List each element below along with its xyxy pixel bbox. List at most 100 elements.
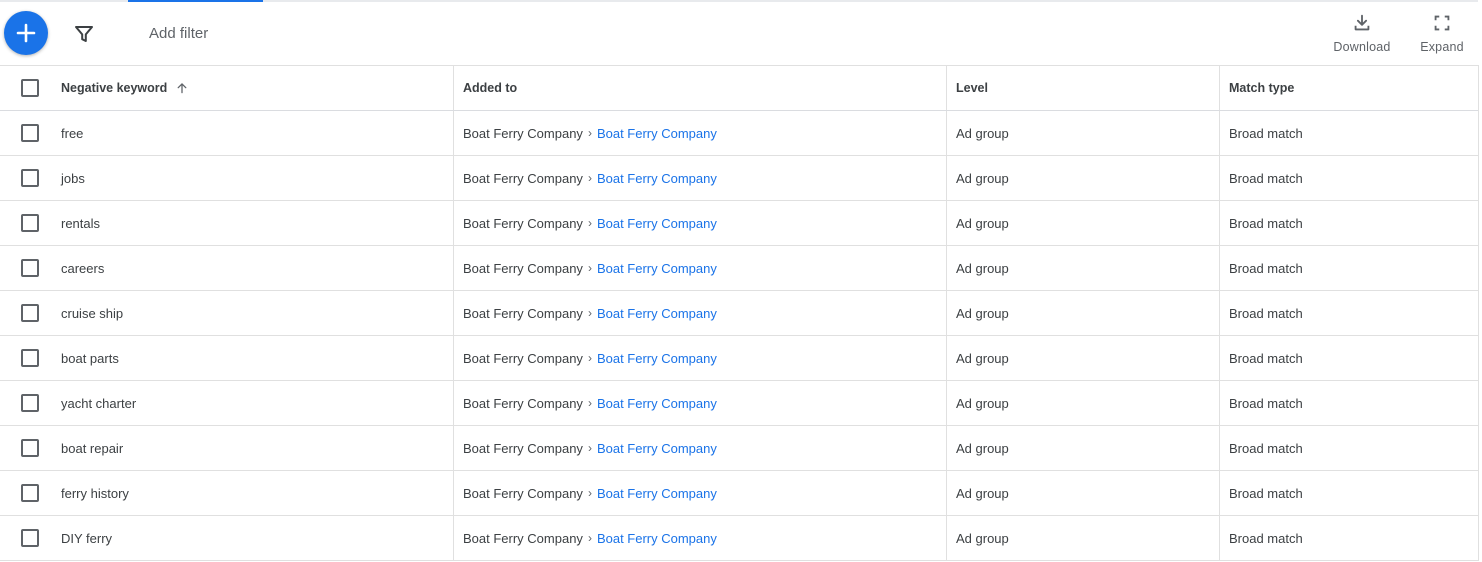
added-to-cell: Boat Ferry Company › Boat Ferry Company	[453, 516, 946, 560]
row-checkbox-cell	[0, 516, 52, 560]
breadcrumb-separator-icon: ›	[587, 171, 592, 185]
level-cell: Ad group	[946, 291, 1219, 335]
campaign-name: Boat Ferry Company	[463, 305, 583, 321]
breadcrumb-separator-icon: ›	[587, 306, 592, 320]
campaign-name: Boat Ferry Company	[463, 440, 583, 456]
keyword-text: jobs	[61, 170, 85, 186]
filter-icon[interactable]	[72, 22, 96, 46]
header-added-to[interactable]: Added to	[453, 66, 946, 110]
level-text: Ad group	[956, 350, 1009, 366]
added-to-cell: Boat Ferry Company › Boat Ferry Company	[453, 336, 946, 380]
table-row: boat parts Boat Ferry Company › Boat Fer…	[0, 336, 1478, 381]
table-row: careers Boat Ferry Company › Boat Ferry …	[0, 246, 1478, 291]
ad-group-link[interactable]: Boat Ferry Company	[597, 396, 717, 411]
breadcrumb-separator-icon: ›	[587, 261, 592, 275]
row-checkbox[interactable]	[21, 259, 39, 277]
ad-group-link[interactable]: Boat Ferry Company	[597, 441, 717, 456]
added-to-cell: Boat Ferry Company › Boat Ferry Company	[453, 426, 946, 470]
arrow-up-icon[interactable]	[175, 81, 189, 95]
expand-button[interactable]: Expand	[1414, 12, 1470, 54]
ad-group-link[interactable]: Boat Ferry Company	[597, 171, 717, 186]
keyword-text: rentals	[61, 215, 101, 231]
breadcrumb-separator-icon: ›	[587, 441, 592, 455]
keyword-text: free	[61, 125, 84, 141]
header-match-type[interactable]: Match type	[1219, 66, 1478, 110]
match-type-cell: Broad match	[1219, 291, 1478, 335]
match-type-text: Broad match	[1229, 215, 1303, 231]
match-type-text: Broad match	[1229, 395, 1303, 411]
match-type-cell: Broad match	[1219, 426, 1478, 470]
table-row: yacht charter Boat Ferry Company › Boat …	[0, 381, 1478, 426]
row-checkbox[interactable]	[21, 529, 39, 547]
add-negative-keyword-button[interactable]	[4, 11, 48, 55]
download-button[interactable]: Download	[1330, 12, 1394, 54]
keyword-cell: jobs	[52, 156, 453, 200]
match-type-cell: Broad match	[1219, 516, 1478, 560]
plus-icon	[16, 23, 36, 43]
table-row: free Boat Ferry Company › Boat Ferry Com…	[0, 111, 1478, 156]
added-to-cell: Boat Ferry Company › Boat Ferry Company	[453, 111, 946, 155]
breadcrumb-separator-icon: ›	[587, 396, 592, 410]
match-type-text: Broad match	[1229, 530, 1303, 546]
ad-group-link[interactable]: Boat Ferry Company	[597, 126, 717, 141]
ad-group-link[interactable]: Boat Ferry Company	[597, 261, 717, 276]
ad-group-link[interactable]: Boat Ferry Company	[597, 216, 717, 231]
negative-keywords-page: Add filter Download Expand Negative keyw…	[0, 0, 1482, 562]
row-checkbox-cell	[0, 291, 52, 335]
match-type-text: Broad match	[1229, 305, 1303, 321]
match-type-cell: Broad match	[1219, 156, 1478, 200]
match-type-text: Broad match	[1229, 260, 1303, 276]
select-all-checkbox[interactable]	[21, 79, 39, 97]
header-negative-keyword[interactable]: Negative keyword	[52, 66, 453, 110]
keyword-cell: careers	[52, 246, 453, 290]
match-type-text: Broad match	[1229, 440, 1303, 456]
level-cell: Ad group	[946, 471, 1219, 515]
level-text: Ad group	[956, 395, 1009, 411]
level-text: Ad group	[956, 440, 1009, 456]
campaign-name: Boat Ferry Company	[463, 395, 583, 411]
level-cell: Ad group	[946, 516, 1219, 560]
breadcrumb-separator-icon: ›	[587, 126, 592, 140]
row-checkbox-cell	[0, 156, 52, 200]
match-type-cell: Broad match	[1219, 381, 1478, 425]
level-text: Ad group	[956, 215, 1009, 231]
download-label: Download	[1333, 40, 1391, 54]
level-text: Ad group	[956, 125, 1009, 141]
keyword-text: cruise ship	[61, 305, 124, 321]
header-level[interactable]: Level	[946, 66, 1219, 110]
ad-group-link[interactable]: Boat Ferry Company	[597, 531, 717, 546]
row-checkbox[interactable]	[21, 214, 39, 232]
keyword-text: boat parts	[61, 350, 119, 366]
level-text: Ad group	[956, 485, 1009, 501]
negative-keywords-table: Negative keyword Added to Level Match ty…	[0, 65, 1479, 561]
campaign-name: Boat Ferry Company	[463, 125, 583, 141]
added-to-cell: Boat Ferry Company › Boat Ferry Company	[453, 291, 946, 335]
row-checkbox[interactable]	[21, 484, 39, 502]
row-checkbox-cell	[0, 201, 52, 245]
campaign-name: Boat Ferry Company	[463, 260, 583, 276]
campaign-name: Boat Ferry Company	[463, 170, 583, 186]
level-cell: Ad group	[946, 336, 1219, 380]
ad-group-link[interactable]: Boat Ferry Company	[597, 351, 717, 366]
ad-group-link[interactable]: Boat Ferry Company	[597, 486, 717, 501]
row-checkbox[interactable]	[21, 304, 39, 322]
table-row: cruise ship Boat Ferry Company › Boat Fe…	[0, 291, 1478, 336]
row-checkbox[interactable]	[21, 124, 39, 142]
table-body: free Boat Ferry Company › Boat Ferry Com…	[0, 111, 1478, 561]
add-filter-button[interactable]: Add filter	[149, 25, 208, 42]
match-type-cell: Broad match	[1219, 111, 1478, 155]
table-row: ferry history Boat Ferry Company › Boat …	[0, 471, 1478, 516]
keyword-cell: DIY ferry	[52, 516, 453, 560]
row-checkbox[interactable]	[21, 439, 39, 457]
ad-group-link[interactable]: Boat Ferry Company	[597, 306, 717, 321]
keyword-cell: boat repair	[52, 426, 453, 470]
keyword-cell: boat parts	[52, 336, 453, 380]
row-checkbox[interactable]	[21, 394, 39, 412]
row-checkbox[interactable]	[21, 169, 39, 187]
row-checkbox[interactable]	[21, 349, 39, 367]
keyword-cell: rentals	[52, 201, 453, 245]
expand-label: Expand	[1420, 40, 1464, 54]
campaign-name: Boat Ferry Company	[463, 485, 583, 501]
campaign-name: Boat Ferry Company	[463, 215, 583, 231]
level-cell: Ad group	[946, 381, 1219, 425]
